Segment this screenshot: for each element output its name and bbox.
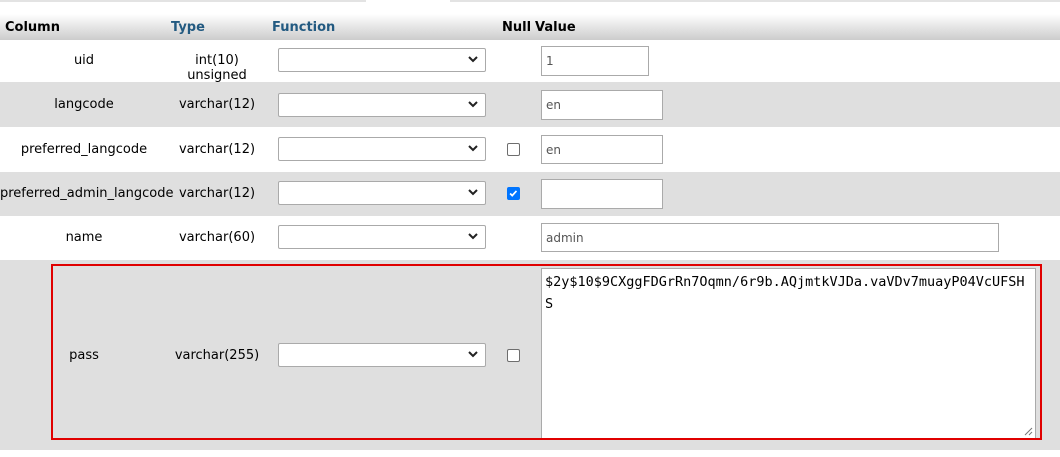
value-input[interactable]: en — [541, 135, 663, 164]
chevron-down-icon — [468, 233, 478, 240]
table-row: uid int(10) unsigned 1 — [0, 40, 1060, 83]
header-column: Column — [5, 20, 60, 35]
table-row: preferred_admin_langcode varchar(12) — [0, 172, 1060, 216]
function-select[interactable] — [278, 48, 486, 72]
column-name: preferred_langcode — [20, 142, 148, 157]
table-row: langcode varchar(12) en — [0, 82, 1060, 127]
chevron-down-icon — [468, 101, 478, 108]
header-null: Null — [502, 20, 532, 35]
column-name: preferred_admin_langcode — [0, 186, 174, 201]
column-type: varchar(12) — [178, 142, 256, 157]
null-checkbox[interactable] — [507, 143, 520, 156]
column-name: langcode — [54, 97, 114, 112]
column-type: varchar(60) — [178, 230, 256, 245]
function-select[interactable] — [278, 137, 486, 161]
function-select[interactable] — [278, 225, 486, 249]
column-type: varchar(12) — [178, 97, 256, 112]
highlight-box — [51, 264, 1042, 440]
chevron-down-icon — [468, 56, 478, 63]
chevron-down-icon — [468, 189, 478, 196]
header-value: Value — [535, 20, 576, 35]
top-border-right — [450, 0, 1060, 2]
value-input[interactable]: en — [541, 90, 663, 120]
column-type: varchar(12) — [178, 186, 256, 201]
value-input[interactable] — [541, 179, 663, 209]
column-type: int(10) unsigned — [187, 53, 247, 83]
table-row: preferred_langcode varchar(12) en — [0, 127, 1060, 172]
value-input[interactable]: 1 — [541, 46, 649, 76]
column-name: uid — [73, 53, 95, 68]
function-select[interactable] — [278, 181, 486, 205]
null-checkbox[interactable] — [507, 187, 520, 200]
value-input[interactable]: admin — [541, 223, 999, 252]
checkmark-icon — [509, 190, 518, 197]
chevron-down-icon — [468, 145, 478, 152]
function-select[interactable] — [278, 93, 486, 117]
column-name: name — [65, 230, 103, 245]
table-row: name varchar(60) admin — [0, 216, 1060, 260]
table-header: Column Type Function Null Value — [0, 14, 1060, 40]
header-function[interactable]: Function — [272, 20, 335, 35]
top-border-left — [0, 0, 366, 2]
header-type[interactable]: Type — [171, 20, 205, 35]
